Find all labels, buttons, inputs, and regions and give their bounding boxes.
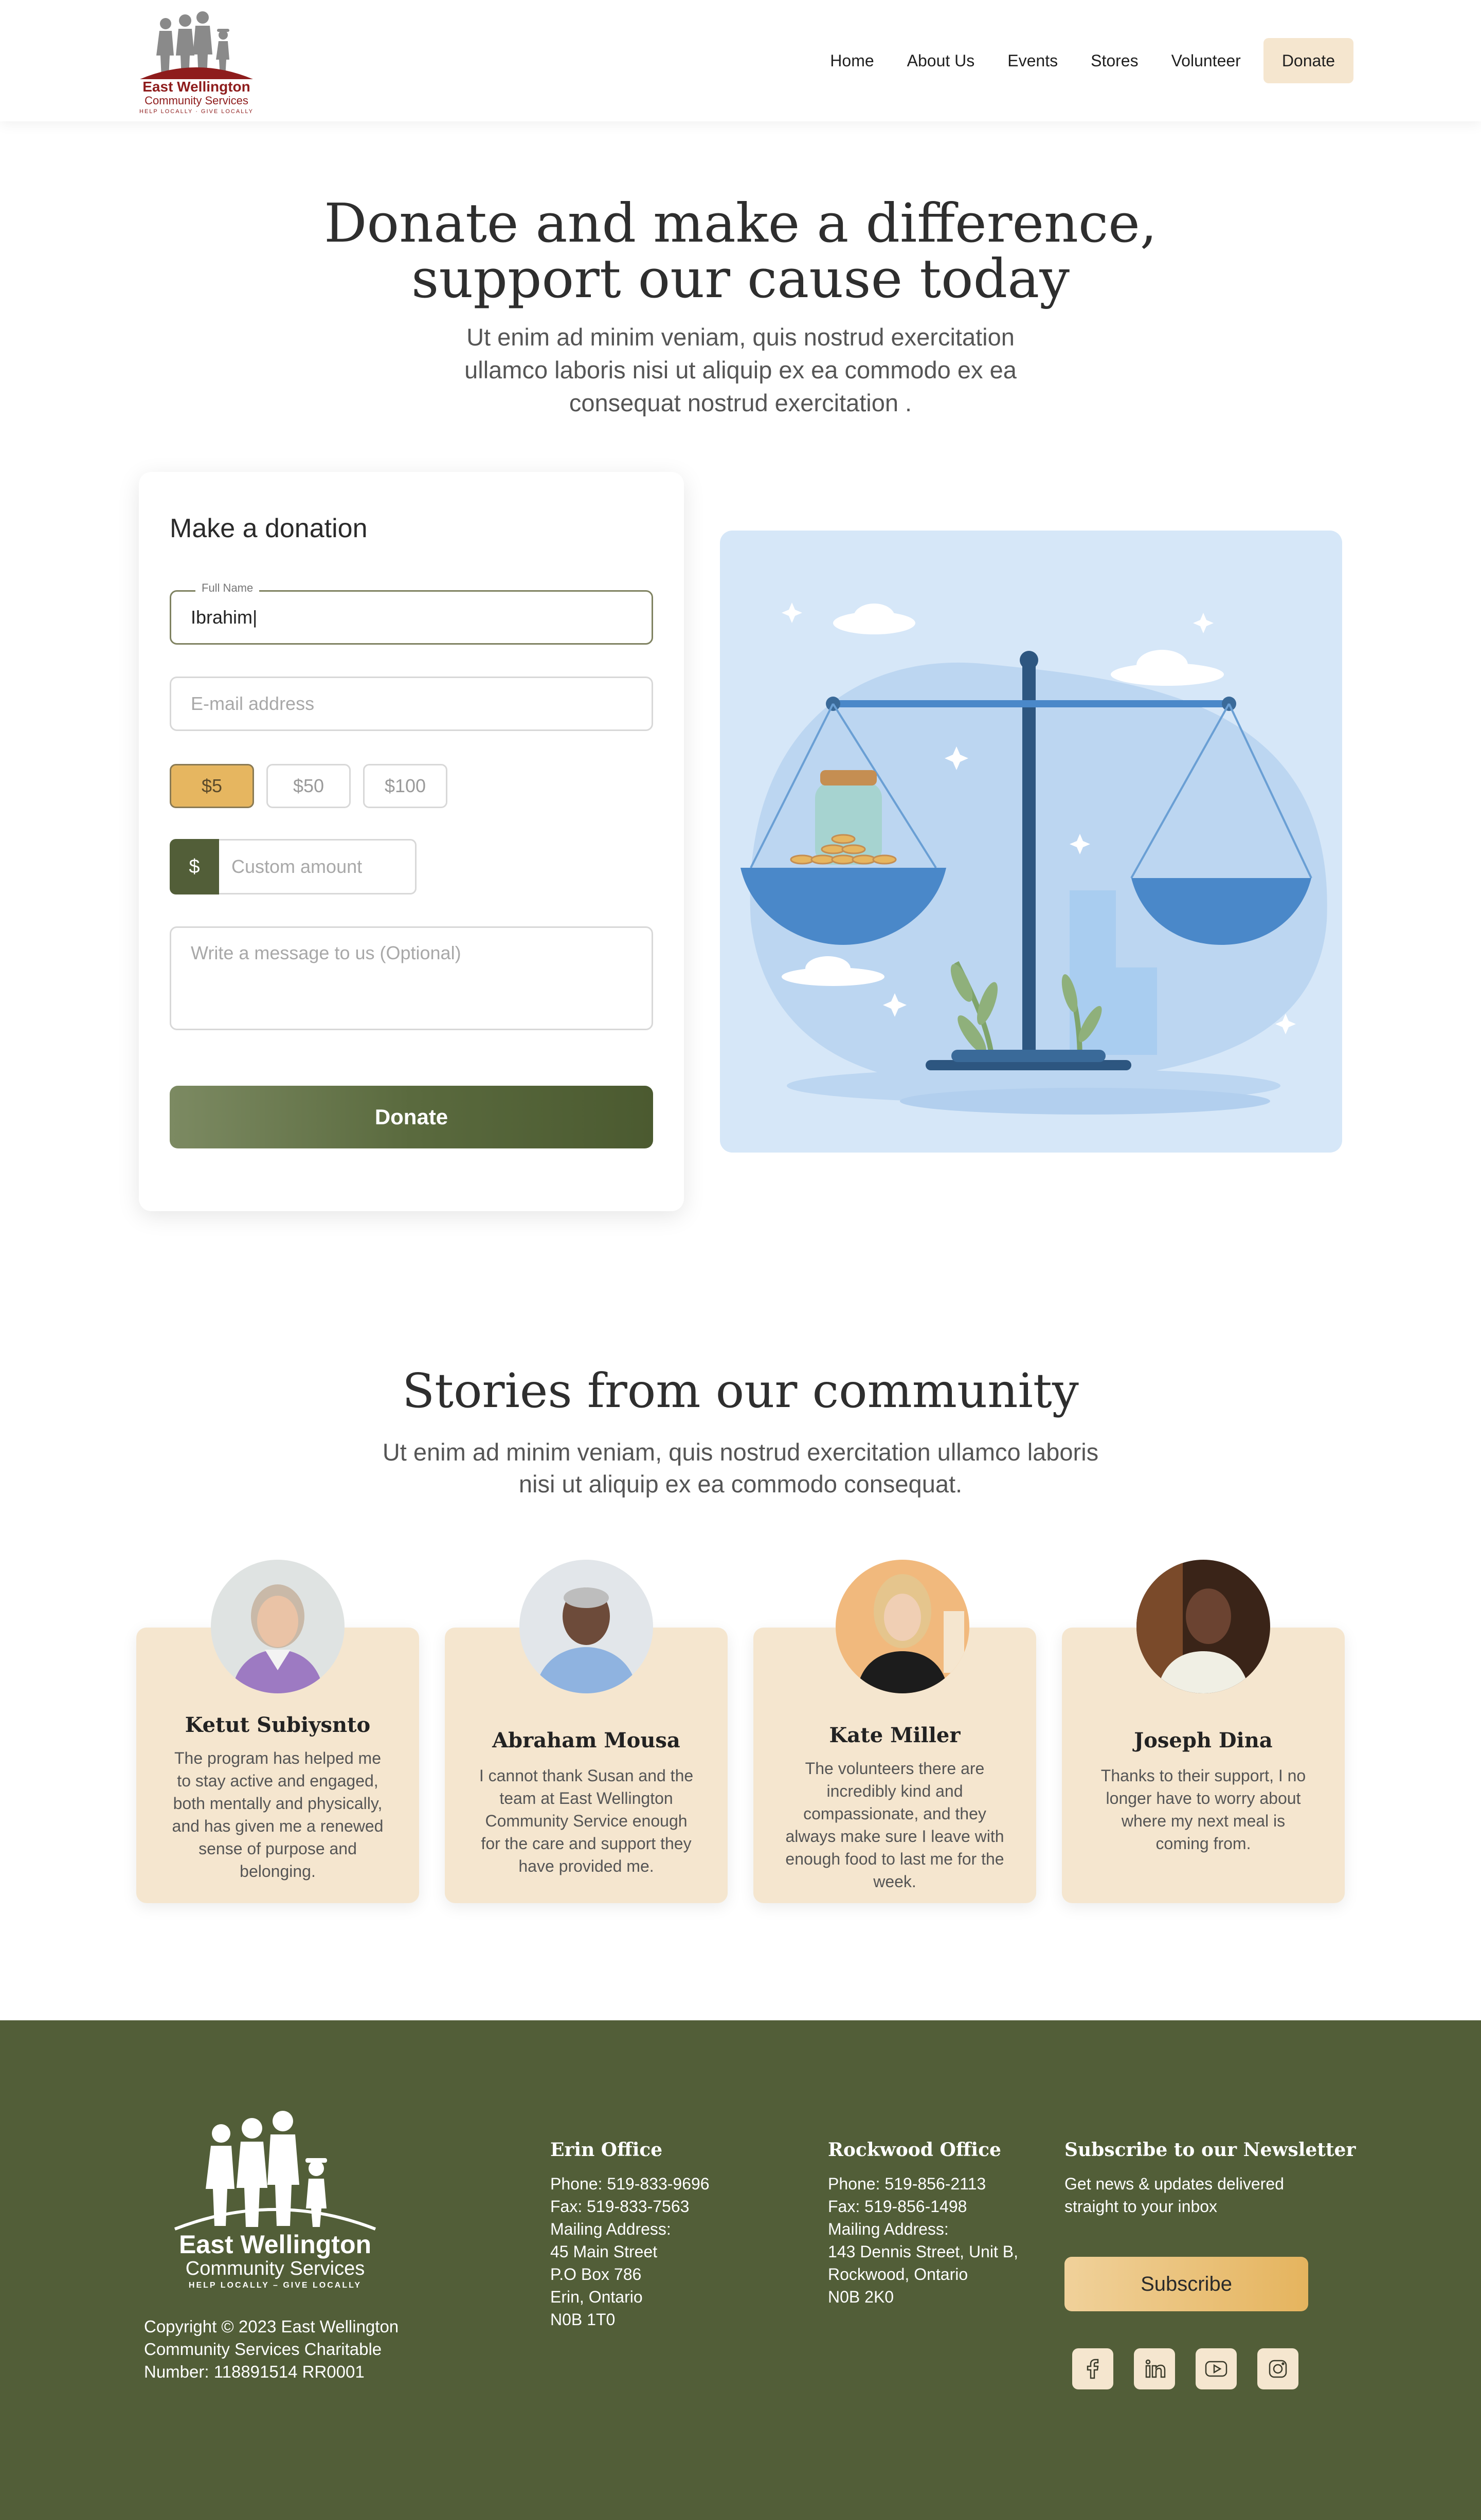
story-name: Ketut Subiysnto bbox=[185, 1713, 371, 1737]
avatar bbox=[836, 1560, 969, 1693]
message-textarea[interactable] bbox=[170, 926, 653, 1030]
avatar bbox=[1136, 1560, 1270, 1693]
person-photo-icon bbox=[519, 1560, 653, 1693]
family-silhouette-icon bbox=[174, 2111, 376, 2231]
hero-subtitle: Ut enim ad minim veniam, quis nostrud ex… bbox=[464, 323, 1017, 416]
nav-about-us[interactable]: About Us bbox=[897, 38, 985, 83]
full-name-label: Full Name bbox=[195, 581, 260, 595]
custom-amount-group: $ bbox=[170, 839, 417, 894]
story-text: I cannot thank Susan and the team at Eas… bbox=[479, 1766, 694, 1875]
erin-address-line: 45 Main Street bbox=[550, 2242, 658, 2261]
story-name: Kate Miller bbox=[829, 1723, 961, 1747]
facebook-icon[interactable] bbox=[1072, 2348, 1113, 2389]
person-photo-icon bbox=[836, 1560, 969, 1693]
footer-logo-tagline: HELP LOCALLY – GIVE LOCALLY bbox=[188, 2281, 362, 2290]
story-text: The program has helped me to stay active… bbox=[172, 1749, 384, 1880]
donation-card: Make a donation Full Name $5 $50 $100 $ … bbox=[139, 472, 684, 1211]
amount-5-button[interactable]: $5 bbox=[170, 764, 254, 808]
story-text: The volunteers there are incredibly kind… bbox=[785, 1759, 1004, 1891]
main-nav: Home About Us Events Stores Volunteer Do… bbox=[820, 38, 1353, 83]
erin-fax: Fax: 519-833-7563 bbox=[550, 2197, 690, 2216]
scale-illustration bbox=[720, 531, 1342, 1153]
rockwood-mailing-label: Mailing Address: bbox=[828, 2220, 949, 2238]
footer-logo-subtitle: Community Services bbox=[185, 2258, 365, 2279]
email-field[interactable] bbox=[170, 677, 653, 731]
erin-phone: Phone: 519-833-9696 bbox=[550, 2175, 710, 2193]
nav-stores[interactable]: Stores bbox=[1080, 38, 1148, 83]
footer-logo-title: East Wellington bbox=[178, 2230, 372, 2259]
donate-submit-button[interactable]: Donate bbox=[170, 1086, 653, 1148]
stories-title: Stories from our community bbox=[402, 1363, 1079, 1418]
story-text: Thanks to their support, I no longer hav… bbox=[1100, 1766, 1306, 1853]
avatar bbox=[211, 1560, 345, 1693]
erin-office-title: Erin Office bbox=[550, 2139, 663, 2161]
hero-title-line1: Donate and make a difference, bbox=[324, 192, 1157, 254]
family-silhouette-icon bbox=[140, 11, 253, 79]
avatar bbox=[519, 1560, 653, 1693]
amount-100-button[interactable]: $100 bbox=[363, 764, 447, 808]
linkedin-icon[interactable] bbox=[1134, 2348, 1175, 2389]
stories-subtitle: Ut enim ad minim veniam, quis nostrud ex… bbox=[382, 1438, 1099, 1498]
currency-symbol: $ bbox=[170, 839, 219, 894]
rockwood-address-line: Rockwood, Ontario bbox=[828, 2265, 968, 2284]
copyright-text: Copyright © 2023 East Wellington Communi… bbox=[144, 2317, 399, 2381]
logo-subtitle: Community Services bbox=[145, 94, 248, 107]
newsletter-text-line: straight to your inbox bbox=[1064, 2197, 1218, 2216]
nav-events[interactable]: Events bbox=[997, 38, 1068, 83]
instagram-icon[interactable] bbox=[1257, 2348, 1298, 2389]
erin-mailing-label: Mailing Address: bbox=[550, 2220, 671, 2238]
youtube-icon[interactable] bbox=[1196, 2348, 1237, 2389]
rockwood-address-line: N0B 2K0 bbox=[828, 2288, 894, 2306]
rockwood-address-line: 143 Dennis Street, Unit B, bbox=[828, 2242, 1018, 2261]
donation-card-title: Make a donation bbox=[170, 514, 368, 543]
story-name: Abraham Mousa bbox=[492, 1728, 680, 1752]
rockwood-phone: Phone: 519-856-2113 bbox=[828, 2175, 986, 2193]
full-name-field[interactable] bbox=[170, 590, 653, 645]
logo-tagline: HELP LOCALLY · GIVE LOCALLY bbox=[139, 108, 254, 115]
person-photo-icon bbox=[1136, 1560, 1270, 1693]
story-name: Joseph Dina bbox=[1134, 1728, 1273, 1752]
site-logo[interactable]: East Wellington Community Services HELP … bbox=[135, 9, 258, 117]
nav-volunteer[interactable]: Volunteer bbox=[1161, 38, 1251, 83]
newsletter-text-line: Get news & updates delivered bbox=[1064, 2175, 1284, 2193]
newsletter: Subscribe to our Newsletter Get news & u… bbox=[1064, 2139, 1356, 2218]
erin-address-line: Erin, Ontario bbox=[550, 2288, 643, 2306]
nav-home[interactable]: Home bbox=[820, 38, 884, 83]
subscribe-button[interactable]: Subscribe bbox=[1064, 2257, 1308, 2311]
erin-address-line: N0B 1T0 bbox=[550, 2310, 616, 2329]
custom-amount-input[interactable] bbox=[219, 839, 417, 894]
rockwood-fax: Fax: 519-856-1498 bbox=[828, 2197, 967, 2216]
newsletter-title: Subscribe to our Newsletter bbox=[1064, 2139, 1356, 2161]
hero-title-line2: support our cause today bbox=[411, 247, 1070, 310]
footer-logo[interactable]: East Wellington Community Services HELP … bbox=[159, 2103, 391, 2293]
erin-address-line: P.O Box 786 bbox=[550, 2265, 642, 2284]
site-header: East Wellington Community Services HELP … bbox=[0, 0, 1481, 121]
rockwood-office-title: Rockwood Office bbox=[828, 2139, 1001, 2161]
amount-50-button[interactable]: $50 bbox=[266, 764, 351, 808]
balance-scale-icon bbox=[740, 602, 1327, 1115]
hero-title: Donate and make a difference, support ou… bbox=[226, 195, 1255, 306]
rockwood-office: Rockwood Office Phone: 519-856-2113 Fax:… bbox=[828, 2139, 1018, 2308]
logo-title: East Wellington bbox=[142, 79, 250, 95]
person-photo-icon bbox=[211, 1560, 345, 1693]
erin-office: Erin Office Phone: 519-833-9696 Fax: 519… bbox=[550, 2139, 710, 2331]
nav-donate-button[interactable]: Donate bbox=[1263, 38, 1353, 83]
